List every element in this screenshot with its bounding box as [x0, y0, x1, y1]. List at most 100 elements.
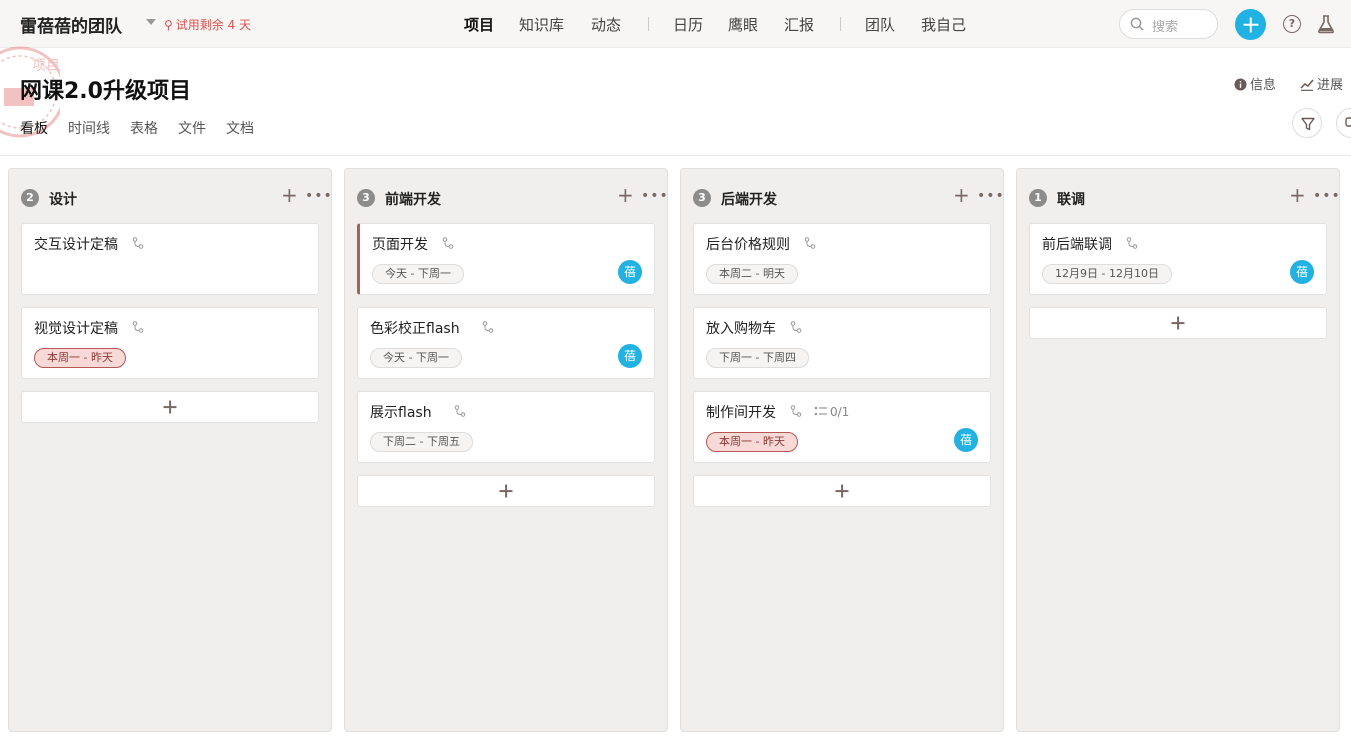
board-column-design: 2 设计 + ••• 交互设计定稿 视觉设计定稿 本周一 - 昨天 [8, 168, 332, 732]
task-card[interactable]: 放入购物车 下周一 - 下周四 [693, 307, 991, 379]
task-title: 交互设计定稿 [34, 237, 118, 253]
search-placeholder: 搜索 [1152, 20, 1179, 35]
due-date[interactable]: 今天 - 下周一 [372, 264, 464, 284]
more-options-icon[interactable]: ••• [641, 188, 669, 204]
board-column-frontend: 3 前端开发 + ••• 页面开发 今天 - 下周一 蓓 色彩校正flash 今… [344, 168, 668, 732]
more-options-icon[interactable]: ••• [1313, 188, 1341, 204]
workflow-icon [132, 321, 144, 333]
task-card[interactable]: 制作间开发 0/1 本周一 - 昨天 蓓 [693, 391, 991, 463]
create-button[interactable] [1235, 9, 1266, 40]
nav-divider [648, 17, 649, 31]
task-title: 页面开发 [372, 237, 428, 253]
team-dropdown-caret-icon[interactable] [146, 19, 156, 25]
help-icon[interactable]: ? [1283, 15, 1301, 33]
add-card-button[interactable] [1029, 307, 1327, 339]
column-title: 联调 [1057, 192, 1085, 208]
nav-eagle-eye[interactable]: 鹰眼 [728, 14, 758, 35]
top-navigation-bar: 雷蓓蓓的团队 ⚲ 试用剩余 4 天 项目 知识库 动态 日历 鹰眼 汇报 团队 我… [0, 0, 1351, 48]
due-date[interactable]: 12月9日 - 12月10日 [1042, 264, 1172, 284]
workflow-icon [482, 321, 494, 333]
add-card-button[interactable] [357, 475, 655, 507]
workflow-icon [132, 237, 144, 249]
nav-projects[interactable]: 项目 [464, 14, 494, 35]
filter-button[interactable] [1292, 108, 1322, 138]
workflow-icon [790, 321, 802, 333]
project-title: 网课2.0升级项目 [20, 79, 191, 104]
progress-link[interactable]: 进展 [1300, 74, 1343, 93]
task-card[interactable]: 后台价格规则 本周二 - 明天 [693, 223, 991, 295]
comment-icon [1345, 117, 1351, 127]
add-task-icon[interactable]: + [617, 185, 634, 205]
workflow-icon [1126, 237, 1138, 249]
workflow-icon [804, 237, 816, 249]
due-date[interactable]: 下周一 - 下周四 [706, 348, 809, 368]
due-date[interactable]: 本周二 - 明天 [706, 264, 798, 284]
column-count-badge: 3 [693, 189, 711, 207]
column-count-badge: 2 [21, 189, 39, 207]
task-title: 制作间开发 [706, 405, 776, 421]
trial-badge[interactable]: ⚲ 试用剩余 4 天 [164, 16, 251, 33]
search-box[interactable]: 搜索 [1119, 9, 1218, 39]
column-count-badge: 3 [357, 189, 375, 207]
column-count-badge: 1 [1029, 189, 1047, 207]
assignee-avatar[interactable]: 蓓 [954, 428, 978, 452]
assignee-avatar[interactable]: 蓓 [618, 260, 642, 284]
column-title: 前端开发 [385, 192, 441, 208]
tab-files[interactable]: 文件 [178, 118, 206, 138]
comments-button[interactable] [1336, 108, 1351, 138]
nav-report[interactable]: 汇报 [784, 14, 814, 35]
filter-icon [1301, 117, 1315, 131]
task-title: 视觉设计定稿 [34, 321, 118, 337]
add-card-button[interactable] [21, 391, 319, 423]
task-title: 展示flash [370, 405, 432, 421]
nav-knowledge-base[interactable]: 知识库 [519, 14, 564, 35]
nav-myself[interactable]: 我自己 [921, 14, 966, 35]
task-title: 放入购物车 [706, 321, 776, 337]
board-column-backend: 3 后端开发 + ••• 后台价格规则 本周二 - 明天 放入购物车 下周一 -… [680, 168, 1004, 732]
lab-flask-icon[interactable] [1317, 14, 1335, 34]
info-icon [1234, 78, 1247, 91]
progress-label: 进展 [1317, 78, 1344, 93]
due-date-overdue[interactable]: 本周一 - 昨天 [706, 432, 798, 452]
add-task-icon[interactable]: + [281, 185, 298, 205]
workflow-icon [442, 237, 454, 249]
info-link[interactable]: 信息 [1234, 74, 1276, 93]
assignee-avatar[interactable]: 蓓 [1290, 260, 1314, 284]
tab-kanban[interactable]: 看板 [20, 118, 48, 138]
task-card[interactable]: 视觉设计定稿 本周一 - 昨天 [21, 307, 319, 379]
add-task-icon[interactable]: + [1289, 185, 1306, 205]
workflow-icon [454, 405, 466, 417]
nav-calendar[interactable]: 日历 [673, 14, 703, 35]
subtask-count: 0/1 [830, 405, 850, 419]
assignee-avatar[interactable]: 蓓 [618, 344, 642, 368]
column-title: 设计 [49, 192, 77, 208]
tab-table[interactable]: 表格 [130, 118, 158, 138]
pin-icon: ⚲ [164, 18, 173, 32]
task-card[interactable]: 前后端联调 12月9日 - 12月10日 蓓 [1029, 223, 1327, 295]
task-title: 前后端联调 [1042, 237, 1112, 253]
due-date[interactable]: 今天 - 下周一 [370, 348, 462, 368]
due-date[interactable]: 下周二 - 下周五 [370, 432, 473, 452]
tab-docs[interactable]: 文档 [226, 118, 254, 138]
progress-chart-icon [1300, 79, 1314, 91]
search-icon [1130, 17, 1144, 31]
nav-divider [840, 17, 841, 31]
due-date-overdue[interactable]: 本周一 - 昨天 [34, 348, 126, 368]
more-options-icon[interactable]: ••• [977, 188, 1005, 204]
more-options-icon[interactable]: ••• [305, 188, 333, 204]
nav-activity[interactable]: 动态 [591, 14, 621, 35]
add-task-icon[interactable]: + [953, 185, 970, 205]
task-card[interactable]: 交互设计定稿 [21, 223, 319, 295]
column-title: 后端开发 [721, 192, 777, 208]
info-label: 信息 [1250, 78, 1277, 93]
header-divider [0, 155, 1351, 156]
task-title: 色彩校正flash [370, 321, 460, 337]
nav-team[interactable]: 团队 [865, 14, 895, 35]
task-card[interactable]: 色彩校正flash 今天 - 下周一 蓓 [357, 307, 655, 379]
tab-timeline[interactable]: 时间线 [68, 118, 110, 138]
task-title: 后台价格规则 [706, 237, 790, 253]
task-card[interactable]: 页面开发 今天 - 下周一 蓓 [357, 223, 655, 295]
subtask-list-icon [814, 406, 827, 416]
add-card-button[interactable] [693, 475, 991, 507]
task-card[interactable]: 展示flash 下周二 - 下周五 [357, 391, 655, 463]
